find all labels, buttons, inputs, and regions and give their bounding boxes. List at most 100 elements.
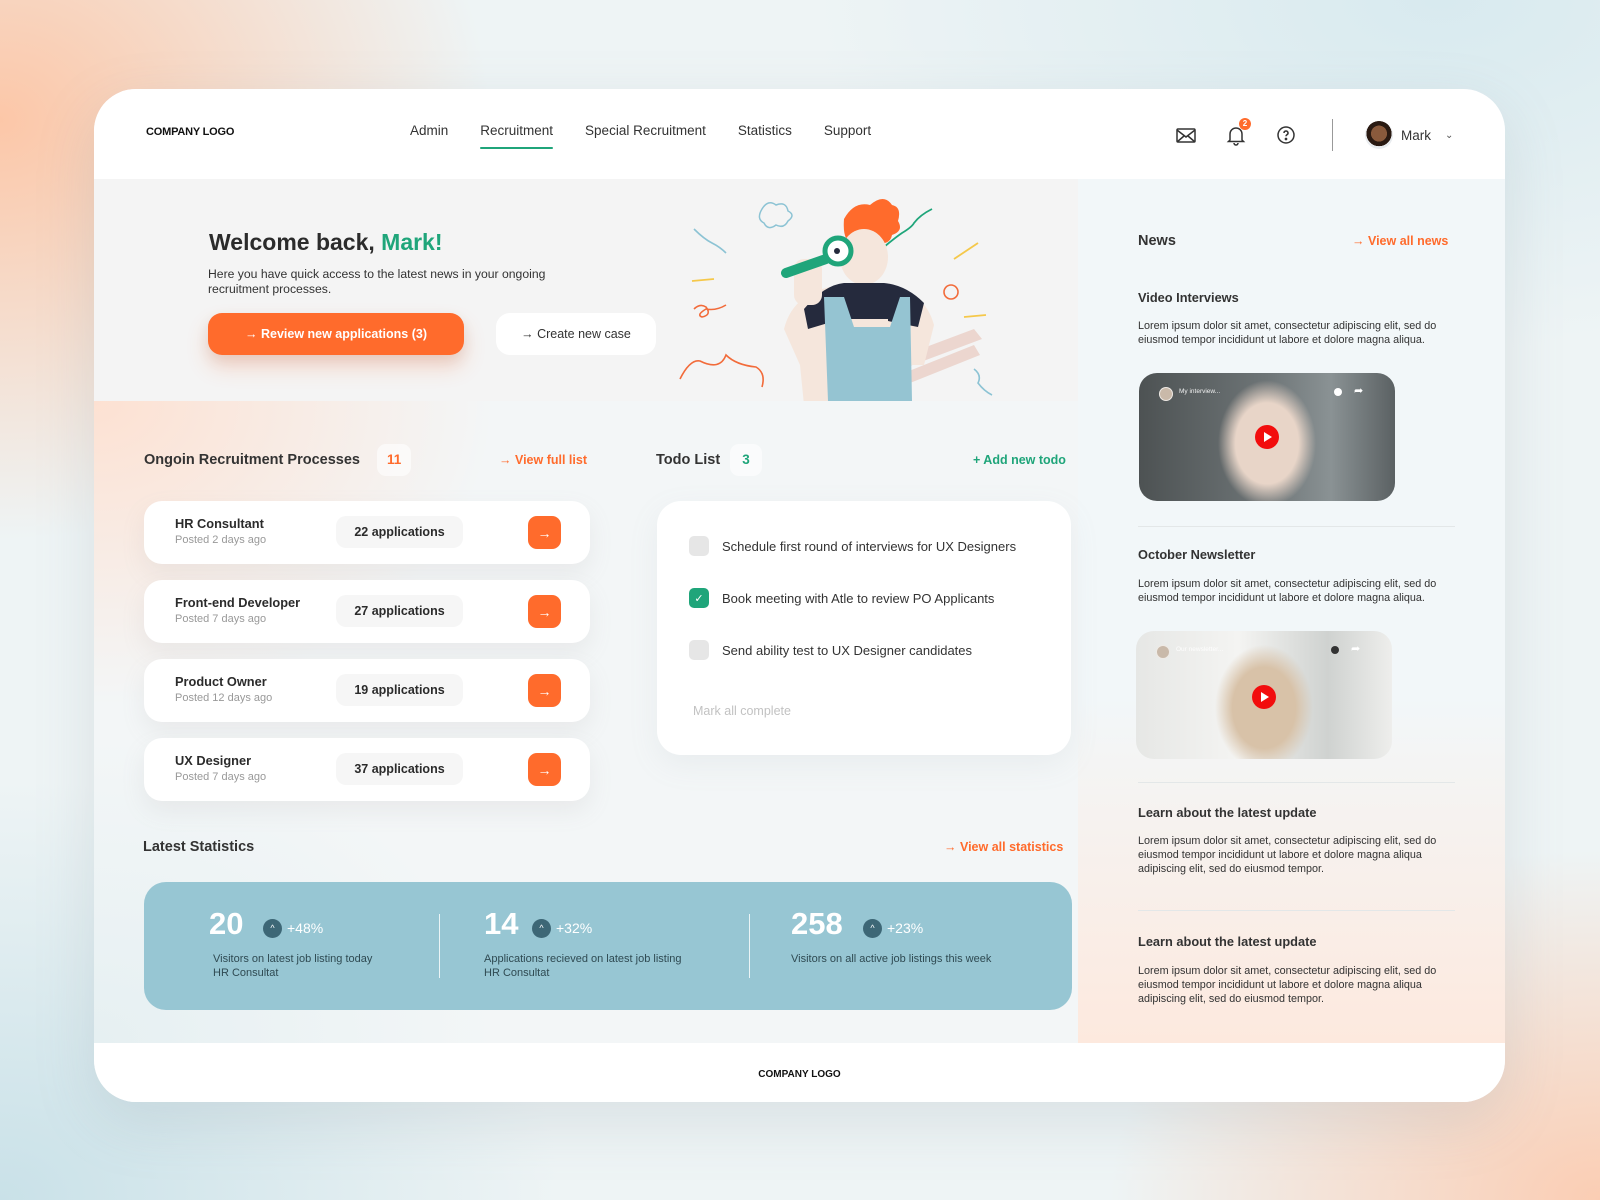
welcome-heading: Welcome back, Mark!	[209, 229, 443, 256]
process-title: Product Owner	[175, 674, 267, 689]
stat-value: 20	[209, 906, 244, 941]
open-process-button[interactable]: →	[528, 753, 561, 786]
stat-change: +32%	[556, 920, 593, 936]
share-icon[interactable]: ➦	[1354, 384, 1363, 397]
news-item-body: Lorem ipsum dolor sit amet, consectetur …	[1138, 320, 1437, 346]
welcome-hero: Welcome back, Mark! Here you have quick …	[94, 179, 1078, 401]
news-divider	[1138, 782, 1455, 783]
video-title: Our newsletter...	[1176, 646, 1224, 653]
process-posted: Posted 12 days ago	[175, 692, 273, 704]
bell-icon[interactable]: 2	[1224, 118, 1251, 147]
process-card[interactable]: Front-end Developer Posted 7 days ago 27…	[144, 580, 590, 643]
help-icon[interactable]	[1274, 123, 1298, 147]
todo-item[interactable]: Send ability test to UX Designer candida…	[689, 640, 972, 660]
channel-avatar	[1156, 645, 1170, 659]
video-thumbnail[interactable]: Our newsletter... ➦	[1136, 631, 1392, 759]
applications-count: 22 applications	[336, 516, 463, 548]
todo-item[interactable]: ✓ Book meeting with Atle to review PO Ap…	[689, 588, 994, 608]
review-applications-button[interactable]: → Review new applications (3)	[208, 313, 464, 355]
greeting-text: Welcome back,	[209, 229, 382, 255]
stat-change: +23%	[887, 920, 924, 936]
open-process-button[interactable]: →	[528, 516, 561, 549]
view-full-list-link[interactable]: → View full list	[499, 453, 587, 467]
top-header: COMPANY LOGO Admin Recruitment Special R…	[94, 89, 1505, 179]
nav-support[interactable]: Support	[808, 89, 887, 179]
stat-description: Visitors on latest job listing today HR C…	[213, 952, 372, 980]
watch-later-icon[interactable]	[1331, 646, 1339, 654]
channel-avatar	[1159, 387, 1173, 401]
view-all-statistics-link[interactable]: → View all statistics	[944, 840, 1063, 854]
news-item-title[interactable]: Learn about the latest update	[1138, 934, 1316, 949]
process-card[interactable]: UX Designer Posted 7 days ago 37 applica…	[144, 738, 590, 801]
news-background	[1078, 179, 1505, 1043]
nav-admin[interactable]: Admin	[394, 89, 464, 179]
video-thumbnail[interactable]: My interview... ➦	[1139, 373, 1395, 501]
mark-all-complete[interactable]: Mark all complete	[693, 704, 791, 718]
avatar	[1365, 121, 1393, 149]
watch-later-icon[interactable]	[1334, 388, 1342, 396]
todo-title: Todo List	[656, 452, 721, 468]
company-logo[interactable]: COMPANY LOGO	[146, 126, 234, 138]
checkbox[interactable]	[689, 640, 709, 660]
notification-badge: 2	[1239, 118, 1251, 130]
trend-up-icon: ^	[532, 919, 551, 938]
mail-icon[interactable]	[1174, 123, 1198, 147]
applications-count: 37 applications	[336, 753, 463, 785]
todo-item[interactable]: Schedule first round of interviews for U…	[689, 536, 1016, 556]
processes-count: 11	[377, 444, 412, 476]
process-title: Front-end Developer	[175, 595, 301, 610]
checkbox-checked[interactable]: ✓	[689, 588, 709, 608]
applications-count: 19 applications	[336, 674, 463, 706]
dashboard-window: COMPANY LOGO Admin Recruitment Special R…	[94, 89, 1505, 1102]
hero-subtitle: Here you have quick access to the latest…	[208, 267, 546, 296]
news-item-title[interactable]: Learn about the latest update	[1138, 805, 1316, 820]
checkbox[interactable]	[689, 536, 709, 556]
process-card[interactable]: HR Consultant Posted 2 days ago 22 appli…	[144, 501, 590, 564]
open-process-button[interactable]: →	[528, 595, 561, 628]
process-posted: Posted 7 days ago	[175, 613, 267, 625]
todo-count: 3	[730, 444, 762, 476]
header-actions: 2 Mark ⌄	[1174, 115, 1453, 155]
news-title: News	[1138, 233, 1176, 249]
play-icon[interactable]	[1255, 425, 1279, 449]
user-name: Mark	[1401, 127, 1431, 143]
stat-change: +48%	[287, 920, 324, 936]
stat-divider	[439, 914, 440, 978]
check-icon: ✓	[694, 592, 704, 605]
user-menu[interactable]: Mark ⌄	[1365, 121, 1453, 149]
nav-statistics[interactable]: Statistics	[722, 89, 808, 179]
statistics-panel: 20 ^ +48% Visitors on latest job listing…	[144, 882, 1072, 1010]
process-card[interactable]: Product Owner Posted 12 days ago 19 appl…	[144, 659, 590, 722]
stat-description: Applications recieved on latest job list…	[484, 952, 682, 980]
create-case-button[interactable]: → Create new case	[496, 313, 656, 355]
news-item-body: Lorem ipsum dolor sit amet, consectetur …	[1138, 965, 1437, 1005]
todo-text: Schedule first round of interviews for U…	[722, 538, 1017, 554]
header-divider	[1332, 119, 1333, 151]
stat-value: 258	[791, 906, 843, 941]
stat-desc-line: HR Consultat	[484, 967, 550, 979]
news-divider	[1138, 910, 1455, 911]
news-item-title[interactable]: October Newsletter	[1138, 547, 1255, 562]
share-icon[interactable]: ➦	[1351, 642, 1360, 655]
main-nav: Admin Recruitment Special Recruitment St…	[394, 89, 887, 179]
stat-desc-line: Applications recieved on latest job list…	[484, 953, 682, 965]
trend-up-icon: ^	[863, 919, 882, 938]
todo-text: Send ability test to UX Designer candida…	[722, 642, 973, 658]
stat-desc-line: Visitors on all active job listings this…	[791, 953, 992, 965]
news-item-body: Lorem ipsum dolor sit amet, consectetur …	[1138, 835, 1437, 875]
footer-logo[interactable]: COMPANY LOGO	[94, 1069, 1505, 1080]
add-todo-link[interactable]: + Add new todo	[973, 453, 1066, 467]
applications-count: 27 applications	[336, 595, 463, 627]
play-icon[interactable]	[1252, 685, 1276, 709]
video-title: My interview...	[1179, 388, 1221, 395]
news-item-body: Lorem ipsum dolor sit amet, consectetur …	[1138, 578, 1437, 604]
news-divider	[1138, 526, 1455, 527]
stat-desc-line: HR Consultat	[213, 967, 279, 979]
view-all-news-link[interactable]: → View all news	[1352, 234, 1448, 248]
nav-recruitment[interactable]: Recruitment	[464, 89, 569, 179]
footer: COMPANY LOGO	[94, 1043, 1505, 1102]
nav-special-recruitment[interactable]: Special Recruitment	[569, 89, 722, 179]
stat-divider	[749, 914, 750, 978]
news-item-title[interactable]: Video Interviews	[1138, 290, 1239, 305]
open-process-button[interactable]: →	[528, 674, 561, 707]
